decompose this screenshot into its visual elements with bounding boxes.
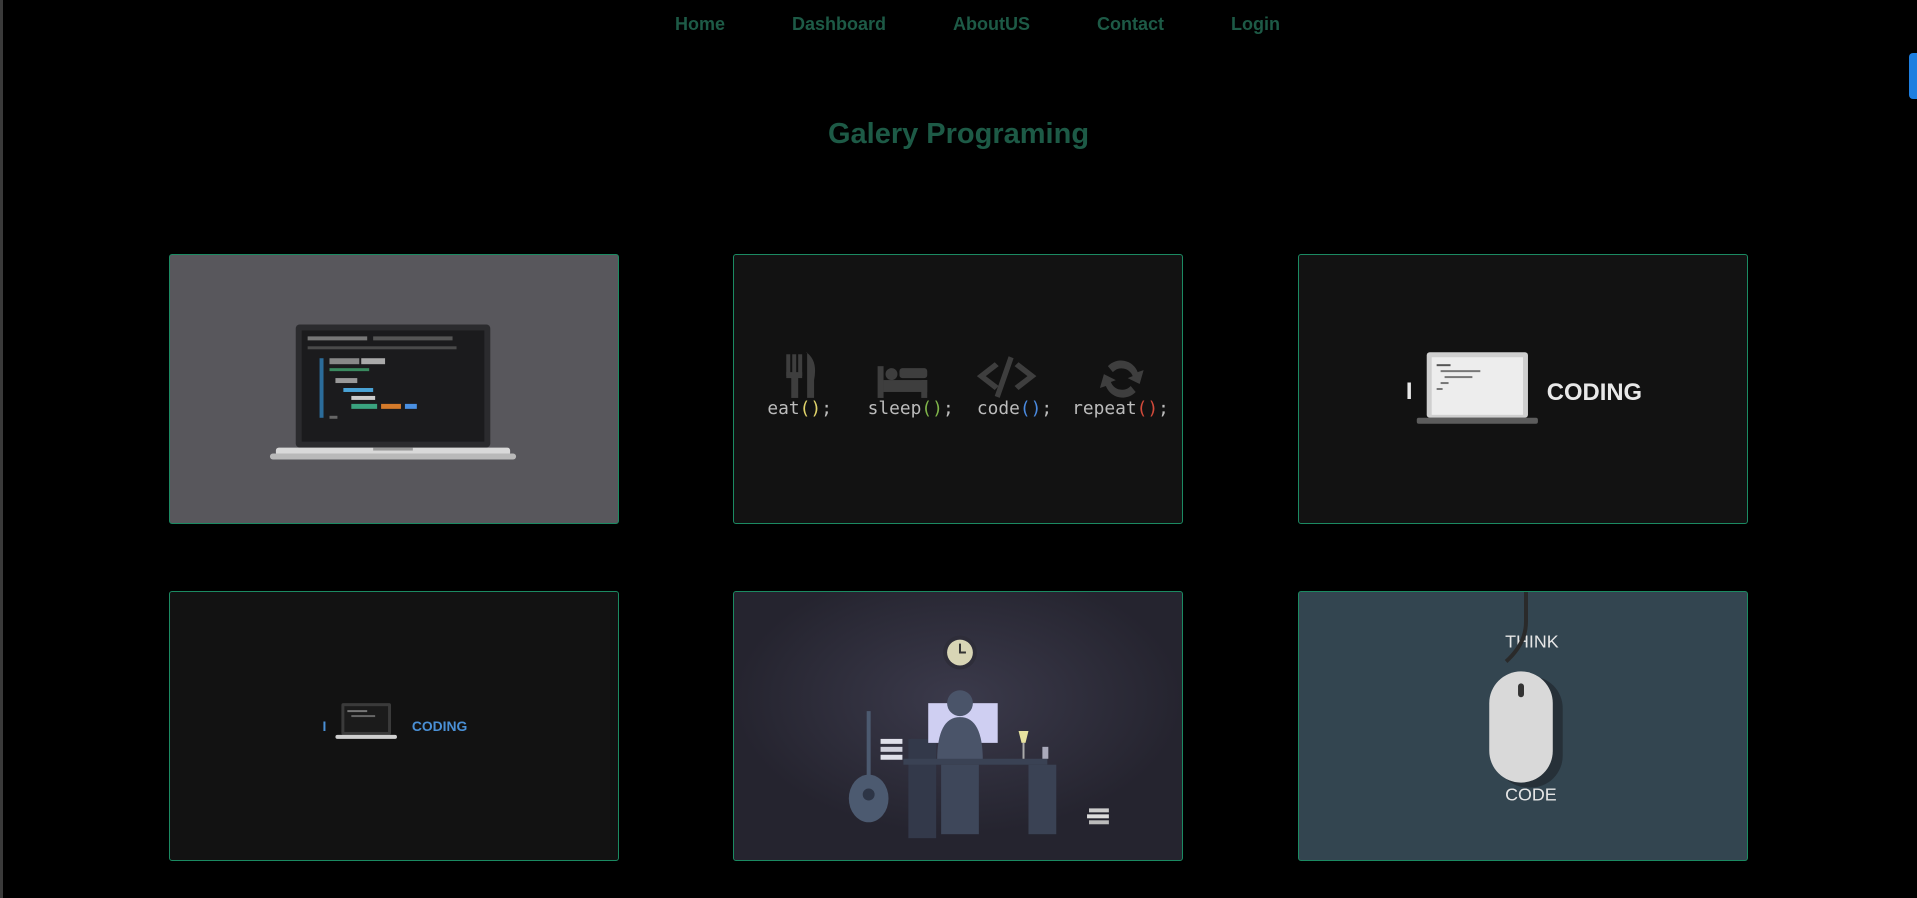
i-small-text: I (323, 718, 327, 734)
sleep-parens: () (921, 398, 943, 419)
think-code-image: THINK CODE (1489, 592, 1563, 804)
bed-icon (877, 366, 928, 398)
gallery-card-i-love-coding[interactable]: I CODING (1298, 254, 1748, 524)
scrollbar-thumb[interactable] (1909, 53, 1917, 99)
eat-sleep-code-repeat-image: eat(); sleep(); code(); repeat(); (767, 352, 1169, 419)
nav-login-link[interactable]: Login (1231, 14, 1280, 35)
clock-icon (943, 635, 977, 670)
i-coding-image: I CODING (1406, 352, 1642, 424)
gallery-card-i-coding-small[interactable]: I CODING (169, 591, 619, 861)
code-brackets-icon (976, 356, 1037, 398)
nav-contact-link[interactable]: Contact (1097, 14, 1164, 35)
svg-text:repeat();: repeat(); (1072, 398, 1169, 419)
gallery-card-night-desk[interactable] (733, 591, 1183, 861)
i-coding-small-image: I CODING (323, 703, 468, 739)
gallery-card-think-code[interactable]: THINK CODE (1298, 591, 1748, 861)
sleep-semicolon: ; (943, 398, 954, 419)
laptop-code-image (269, 324, 517, 460)
code-text: CODE (1505, 784, 1557, 804)
i-text: I (1406, 378, 1413, 405)
nav-dashboard-link[interactable]: Dashboard (792, 14, 886, 35)
night-desk-image (734, 592, 1182, 860)
laptop-icon (1416, 352, 1538, 424)
fork-knife-icon (786, 352, 816, 398)
repeat-semicolon: ; (1158, 398, 1169, 419)
coding-text: CODING (1547, 379, 1642, 406)
code-parens: () (1020, 398, 1042, 419)
repeat-text: repeat (1072, 398, 1137, 419)
mouse-icon (1489, 671, 1563, 788)
sleep-text: sleep (868, 398, 922, 419)
think-text: THINK (1505, 632, 1559, 652)
gallery-card-eat-sleep-code-repeat[interactable]: eat(); sleep(); code(); repeat(); (733, 254, 1183, 524)
nav-aboutus-link[interactable]: AboutUS (953, 14, 1030, 35)
code-semicolon: ; (1041, 398, 1052, 419)
svg-text:sleep();: sleep(); (868, 398, 954, 419)
laptop-small-icon (335, 703, 397, 739)
page-title: Galery Programing (827, 118, 1090, 150)
repeat-parens: () (1137, 398, 1159, 419)
code-text: code (977, 398, 1020, 419)
svg-text:eat();: eat(); (767, 398, 832, 419)
nav-home-link[interactable]: Home (675, 14, 725, 35)
eat-semicolon: ; (821, 398, 832, 419)
repeat-arrows-icon (1099, 360, 1144, 398)
svg-text:code();: code(); (977, 398, 1052, 419)
gallery-card-laptop-code[interactable] (169, 254, 619, 524)
eat-text: eat (767, 398, 799, 419)
eat-parens: () (800, 398, 822, 419)
coding-small-text: CODING (412, 718, 468, 734)
